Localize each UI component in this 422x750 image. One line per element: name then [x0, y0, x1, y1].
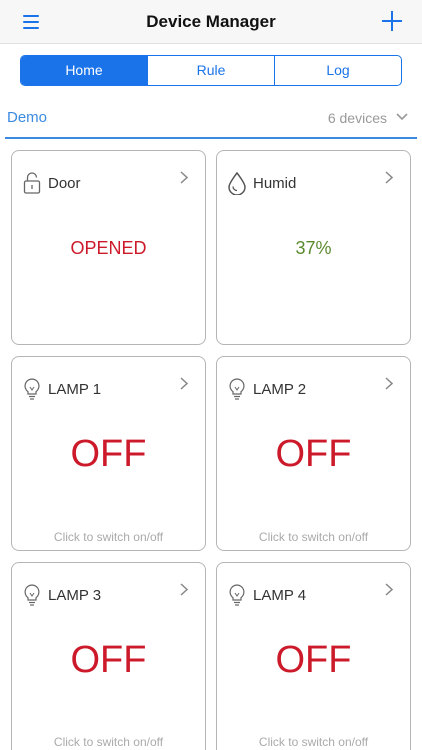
chevron-right-icon[interactable]	[385, 583, 393, 596]
device-card-humid[interactable]: Humid 37%	[216, 150, 411, 345]
device-card-lamp-1[interactable]: LAMP 1 OFF Click to switch on/off	[11, 356, 206, 551]
lightbulb-icon	[229, 378, 245, 400]
group-selector[interactable]: Demo 6 devices	[0, 104, 422, 140]
device-name: LAMP 1	[48, 381, 102, 398]
chevron-right-icon[interactable]	[385, 377, 393, 390]
switch-hint: Click to switch on/off	[258, 530, 369, 544]
device-card-lamp-2[interactable]: LAMP 2 OFF Click to switch on/off	[216, 356, 411, 551]
chevron-right-icon[interactable]	[180, 171, 188, 184]
page-title: Device Manager	[146, 12, 276, 31]
device-status: 37%	[295, 238, 332, 258]
tab-bar: Home Rule Log	[20, 55, 402, 86]
group-name: Demo	[7, 109, 48, 126]
lightbulb-icon	[24, 584, 40, 606]
device-card-lamp-3[interactable]: LAMP 3 OFF Click to switch on/off	[11, 562, 206, 750]
lamp-status[interactable]: OFF	[12, 639, 205, 682]
device-count: 6 devices	[327, 110, 387, 126]
lock-icon	[23, 172, 41, 194]
device-card-lamp-4[interactable]: LAMP 4 OFF Click to switch on/off	[216, 562, 411, 750]
chevron-right-icon[interactable]	[180, 583, 188, 596]
switch-hint: Click to switch on/off	[53, 530, 164, 544]
device-card-door[interactable]: Door OPENED	[11, 150, 206, 345]
switch-hint: Click to switch on/off	[53, 735, 164, 749]
tab-log[interactable]: Log	[274, 56, 401, 85]
tab-home[interactable]: Home	[21, 56, 147, 85]
device-name: LAMP 3	[48, 587, 102, 604]
device-name: Humid	[253, 175, 297, 192]
group-divider	[5, 137, 417, 139]
lightbulb-icon	[24, 378, 40, 400]
lightbulb-icon	[229, 584, 245, 606]
chevron-right-icon[interactable]	[385, 171, 393, 184]
tab-rule[interactable]: Rule	[147, 56, 274, 85]
lamp-status[interactable]: OFF	[217, 433, 410, 476]
chevron-down-icon	[396, 113, 408, 121]
navigation-bar: Device Manager	[0, 0, 422, 44]
lamp-status[interactable]: OFF	[217, 639, 410, 682]
add-icon[interactable]	[380, 9, 404, 33]
device-name: Door	[48, 175, 81, 192]
switch-hint: Click to switch on/off	[258, 735, 369, 749]
chevron-right-icon[interactable]	[180, 377, 188, 390]
water-drop-icon	[228, 171, 246, 195]
device-name: LAMP 2	[253, 381, 307, 398]
lamp-status[interactable]: OFF	[12, 433, 205, 476]
device-name: LAMP 4	[253, 587, 307, 604]
device-status: OPENED	[70, 238, 147, 258]
